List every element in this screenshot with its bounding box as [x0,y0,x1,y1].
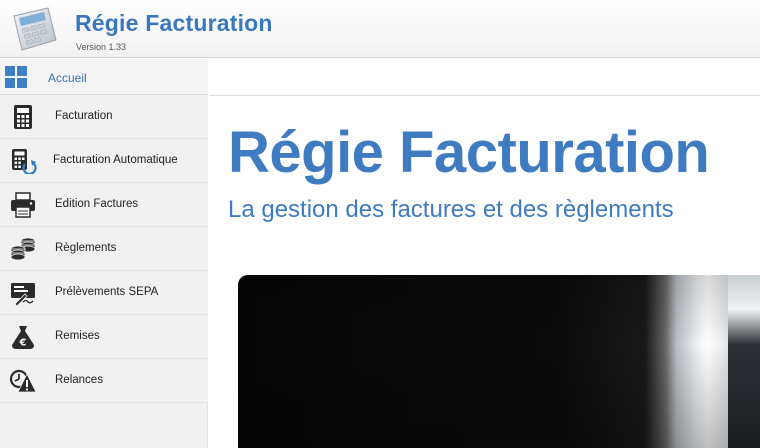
sidebar-item-edition-factures[interactable]: Edition Factures [0,183,208,227]
page-subtitle: La gestion des factures et des règlement… [228,196,674,223]
sidebar-item-label: Facturation Automatique [53,154,178,166]
sidebar-item-remises[interactable]: € Remises [0,315,208,359]
sidebar-item-label: Edition Factures [55,198,139,210]
main-content: Régie Facturation La gestion des facture… [209,97,760,448]
printer-icon [11,192,35,218]
hero-image-edge [728,275,760,448]
sidebar: Accueil Facturation Facturation Automati… [0,59,208,448]
sidebar-item-facturation-automatique[interactable]: Facturation Automatique [0,139,208,183]
app-version: Version 1.33 [76,42,127,52]
svg-text:€: € [19,338,27,349]
sidebar-menu: Facturation Facturation Automatique Edit… [0,95,208,403]
sidebar-item-label: Règlements [55,242,117,254]
sidebar-item-label: Prélèvements SEPA [55,286,159,298]
sidebar-item-facturation[interactable]: Facturation [0,95,208,139]
page-title: Régie Facturation [228,120,710,185]
sidebar-item-home-label: Accueil [48,71,87,85]
coins-icon [10,237,36,261]
signed-document-icon [11,283,35,306]
sidebar-item-home[interactable]: Accueil [0,59,208,95]
warning-clock-icon [9,369,37,393]
sidebar-item-relances[interactable]: Relances [0,359,208,403]
euro-bag-icon: € [12,326,34,349]
calculator-refresh-icon [12,149,37,174]
app-header: Régie Facturation Version 1.33 [0,0,760,58]
app-title: Régie Facturation [75,10,273,36]
top-bar [209,59,760,96]
calculator-icon [14,105,32,129]
sidebar-item-label: Remises [55,330,100,342]
grid-icon [5,66,27,88]
sidebar-item-label: Relances [55,374,103,386]
hero-image-shade [238,275,760,448]
sidebar-item-label: Facturation [55,110,113,122]
sidebar-item-prelevements-sepa[interactable]: Prélèvements SEPA [0,271,208,315]
calculator-icon [13,7,57,51]
hero-image [238,275,760,448]
sidebar-item-reglements[interactable]: Règlements [0,227,208,271]
